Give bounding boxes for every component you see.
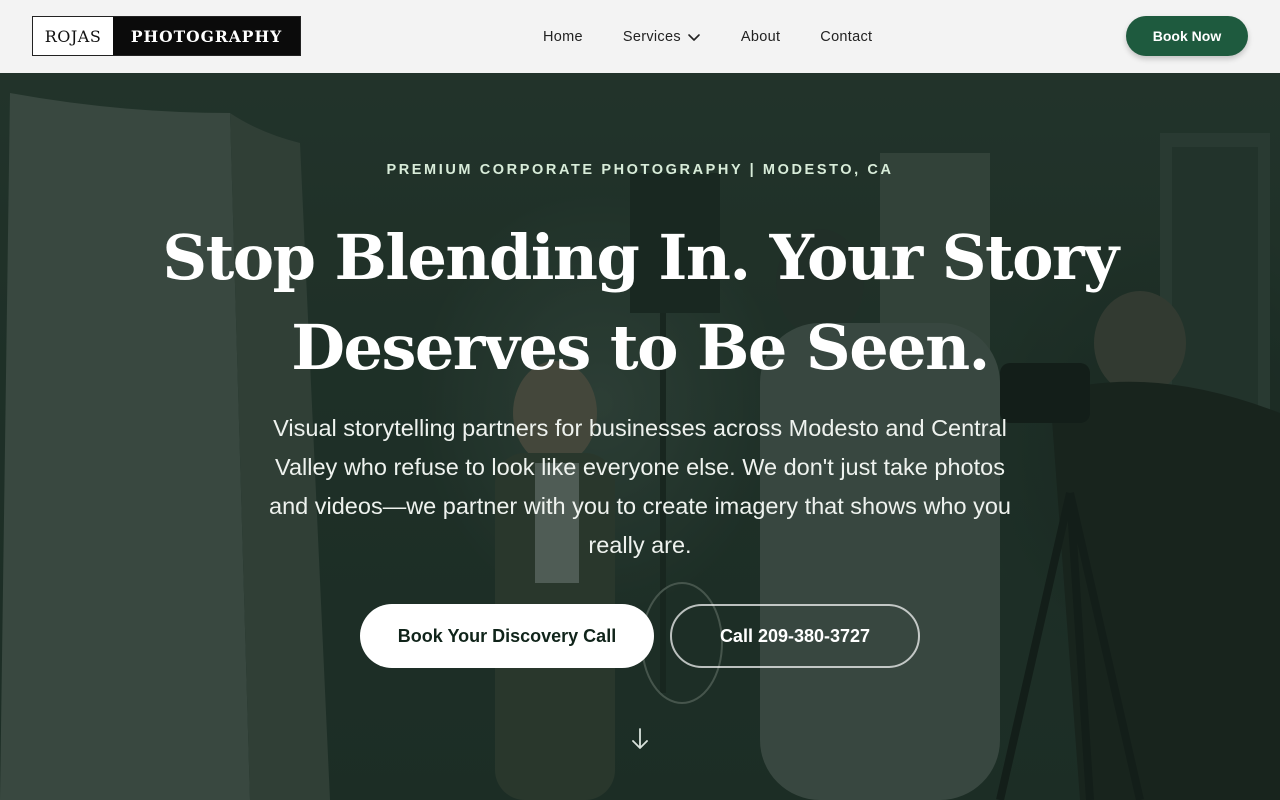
- nav-services-label: Services: [622, 28, 681, 45]
- arrow-down-icon[interactable]: [629, 726, 651, 752]
- nav-services[interactable]: Services: [623, 29, 701, 45]
- chevron-down-icon: [688, 33, 700, 41]
- hero-content: PREMIUM CORPORATE PHOTOGRAPHY | MODESTO,…: [0, 73, 1280, 800]
- brand-logo[interactable]: ROJAS PHOTOGRAPHY: [32, 16, 301, 56]
- call-phone-button[interactable]: Call 209-380-3727: [670, 604, 920, 668]
- hero-section: PREMIUM CORPORATE PHOTOGRAPHY | MODESTO,…: [0, 73, 1280, 800]
- site-header: ROJAS PHOTOGRAPHY Home Services About Co…: [0, 0, 1280, 73]
- main-nav: Home Services About Contact: [543, 0, 872, 73]
- logo-text-rojas: ROJAS: [33, 17, 113, 55]
- nav-contact[interactable]: Contact: [820, 29, 872, 45]
- book-discovery-call-button[interactable]: Book Your Discovery Call: [360, 604, 654, 668]
- book-now-button[interactable]: Book Now: [1126, 16, 1248, 56]
- hero-eyebrow: PREMIUM CORPORATE PHOTOGRAPHY | MODESTO,…: [386, 162, 894, 178]
- nav-home[interactable]: Home: [543, 29, 583, 45]
- nav-about-label: About: [740, 28, 781, 45]
- nav-about[interactable]: About: [741, 29, 780, 45]
- nav-home-label: Home: [543, 28, 583, 45]
- hero-subcopy: Visual storytelling partners for busines…: [269, 415, 1011, 558]
- hero-headline: Stop Blending In. Your Story Deserves to…: [162, 221, 1119, 384]
- nav-contact-label: Contact: [820, 28, 873, 45]
- logo-text-photography: PHOTOGRAPHY: [113, 17, 300, 55]
